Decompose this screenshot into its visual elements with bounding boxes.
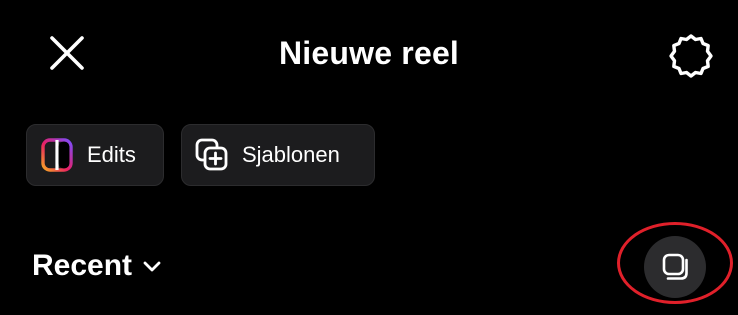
templates-label: Sjablonen xyxy=(242,142,340,167)
multi-select-button[interactable] xyxy=(644,236,706,298)
new-reel-screen: Nieuwe reel Edits Sjablonen Recent xyxy=(0,0,738,315)
album-selector[interactable]: Recent xyxy=(32,244,162,288)
page-title: Nieuwe reel xyxy=(278,35,460,71)
edits-label: Edits xyxy=(87,142,136,167)
templates-icon xyxy=(194,137,230,173)
chevron-down-icon xyxy=(142,257,162,277)
edits-app-icon xyxy=(39,137,75,173)
album-label: Recent xyxy=(32,249,133,282)
templates-button[interactable]: Sjablonen xyxy=(181,124,375,186)
edits-button[interactable]: Edits xyxy=(26,124,164,186)
multi-select-icon xyxy=(662,253,688,280)
gear-icon xyxy=(669,34,713,78)
settings-button[interactable] xyxy=(665,30,717,82)
